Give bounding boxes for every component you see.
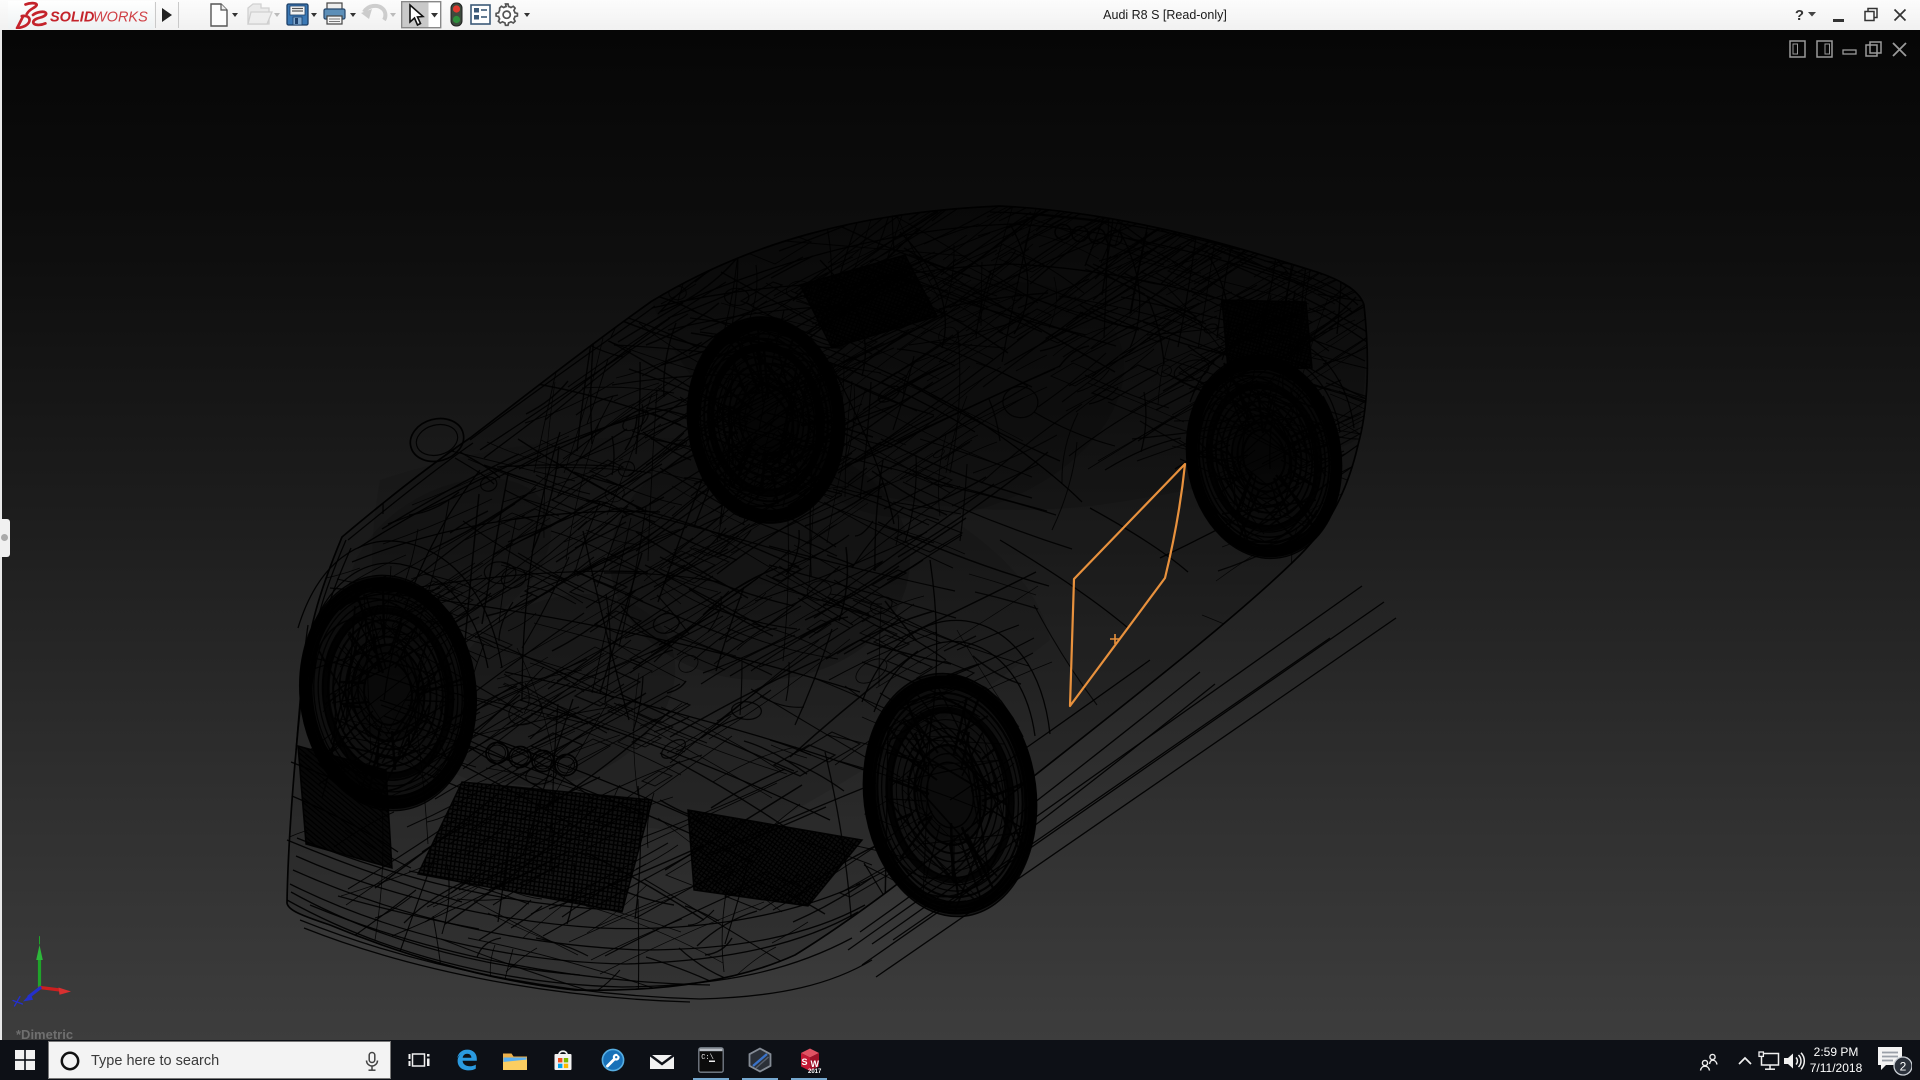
svg-text:W: W [811,1059,820,1069]
svg-text:SOLID: SOLID [50,10,95,26]
svg-text:2017: 2017 [808,1069,822,1074]
svg-text:WORKS: WORKS [93,10,148,26]
svg-text:2: 2 [1900,1059,1907,1073]
svg-text:S: S [802,1057,808,1067]
